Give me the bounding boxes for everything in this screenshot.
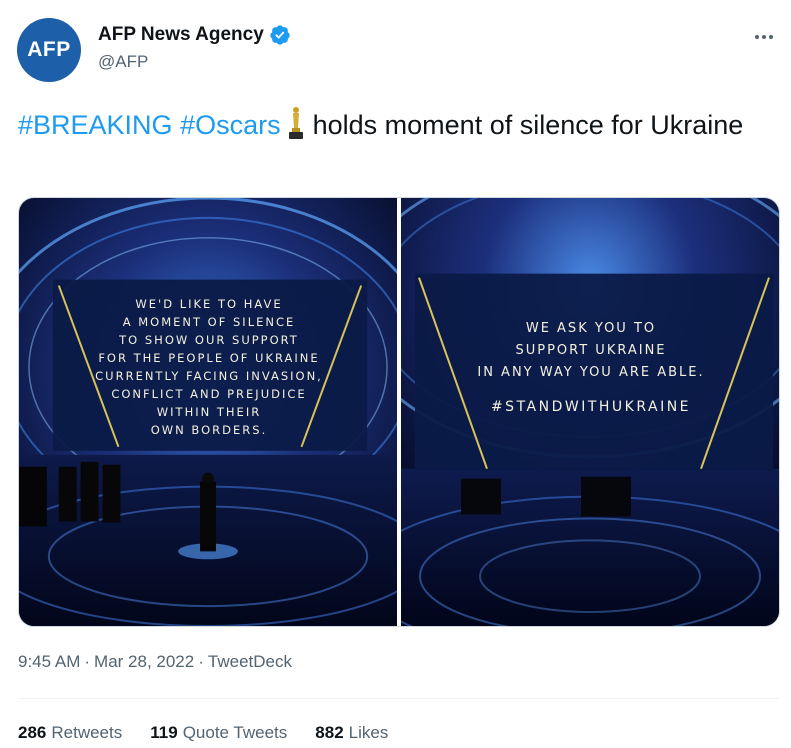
likes-count: 882 — [315, 723, 344, 742]
screen-message-2: We ask you to support Ukraine in any way… — [431, 318, 751, 418]
author-name-row: AFP News Agency — [98, 24, 291, 46]
retweets-stat[interactable]: 286 Retweets — [18, 723, 122, 743]
more-dots-icon — [755, 35, 759, 39]
tweet-time[interactable]: 9:45 AM — [18, 652, 80, 671]
tweet-body-text: holds moment of silence for Ukraine — [312, 110, 744, 140]
more-options-button[interactable] — [749, 22, 779, 52]
verified-badge-icon — [270, 25, 290, 45]
divider — [18, 698, 779, 699]
quote-tweets-label: Quote Tweets — [182, 723, 288, 742]
quote-tweets-count: 119 — [150, 723, 178, 742]
tweet-date[interactable]: Mar 28, 2022 — [94, 652, 194, 671]
hashtag-oscars[interactable]: #Oscars — [180, 110, 281, 140]
avatar[interactable]: AFP — [17, 18, 81, 82]
photo-oscars-stand-with-ukraine[interactable]: We ask you to support Ukraine in any way… — [401, 198, 779, 626]
tweet-metadata: 9:45 AM · Mar 28, 2022 · TweetDeck — [18, 652, 292, 671]
tweet-source[interactable]: TweetDeck — [208, 652, 292, 671]
photo-oscars-moment-of-silence[interactable]: We'd like to have a moment of silence to… — [19, 198, 397, 626]
quote-tweets-stat[interactable]: 119 Quote Tweets — [150, 723, 287, 743]
likes-label: Likes — [348, 723, 389, 742]
engagement-stats: 286 Retweets 119 Quote Tweets 882 Likes — [18, 723, 388, 743]
screen-hashtag: #StandWithUkraine — [490, 399, 692, 415]
oscar-statuette-icon — [288, 107, 303, 139]
retweets-label: Retweets — [51, 723, 123, 742]
display-name[interactable]: AFP News Agency — [98, 24, 264, 46]
hashtag-breaking[interactable]: #BREAKING — [18, 110, 173, 140]
retweets-count: 286 — [18, 723, 47, 742]
handle[interactable]: @AFP — [98, 52, 148, 72]
tweet-text: #BREAKING #Oscars holds moment of silenc… — [18, 106, 778, 144]
likes-stat[interactable]: 882 Likes — [315, 723, 388, 743]
screen-message-1: We'd like to have a moment of silence to… — [95, 297, 323, 437]
media-grid: We'd like to have a moment of silence to… — [18, 197, 780, 627]
